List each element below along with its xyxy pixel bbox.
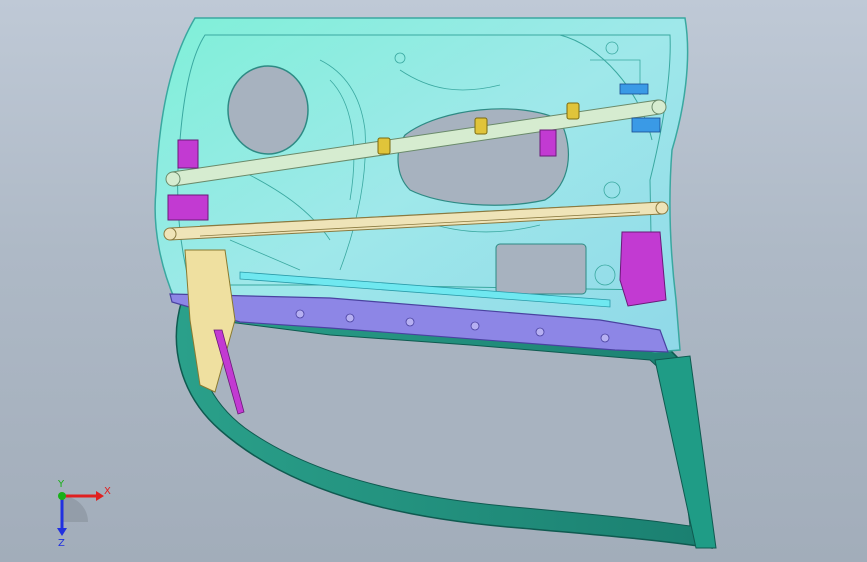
- y-axis-dot: [58, 492, 66, 500]
- z-axis-label: Z: [58, 538, 65, 549]
- cad-viewport[interactable]: X Y Z: [0, 0, 867, 562]
- axis-triad-graphic: X Y Z: [57, 479, 111, 549]
- lower-opening: [495, 243, 587, 295]
- door-assembly-model[interactable]: [0, 0, 867, 562]
- y-axis-label: Y: [57, 479, 65, 490]
- axis-triad: X Y Z: [40, 470, 120, 550]
- x-axis-label: X: [104, 486, 111, 497]
- speaker-hole: [227, 65, 309, 155]
